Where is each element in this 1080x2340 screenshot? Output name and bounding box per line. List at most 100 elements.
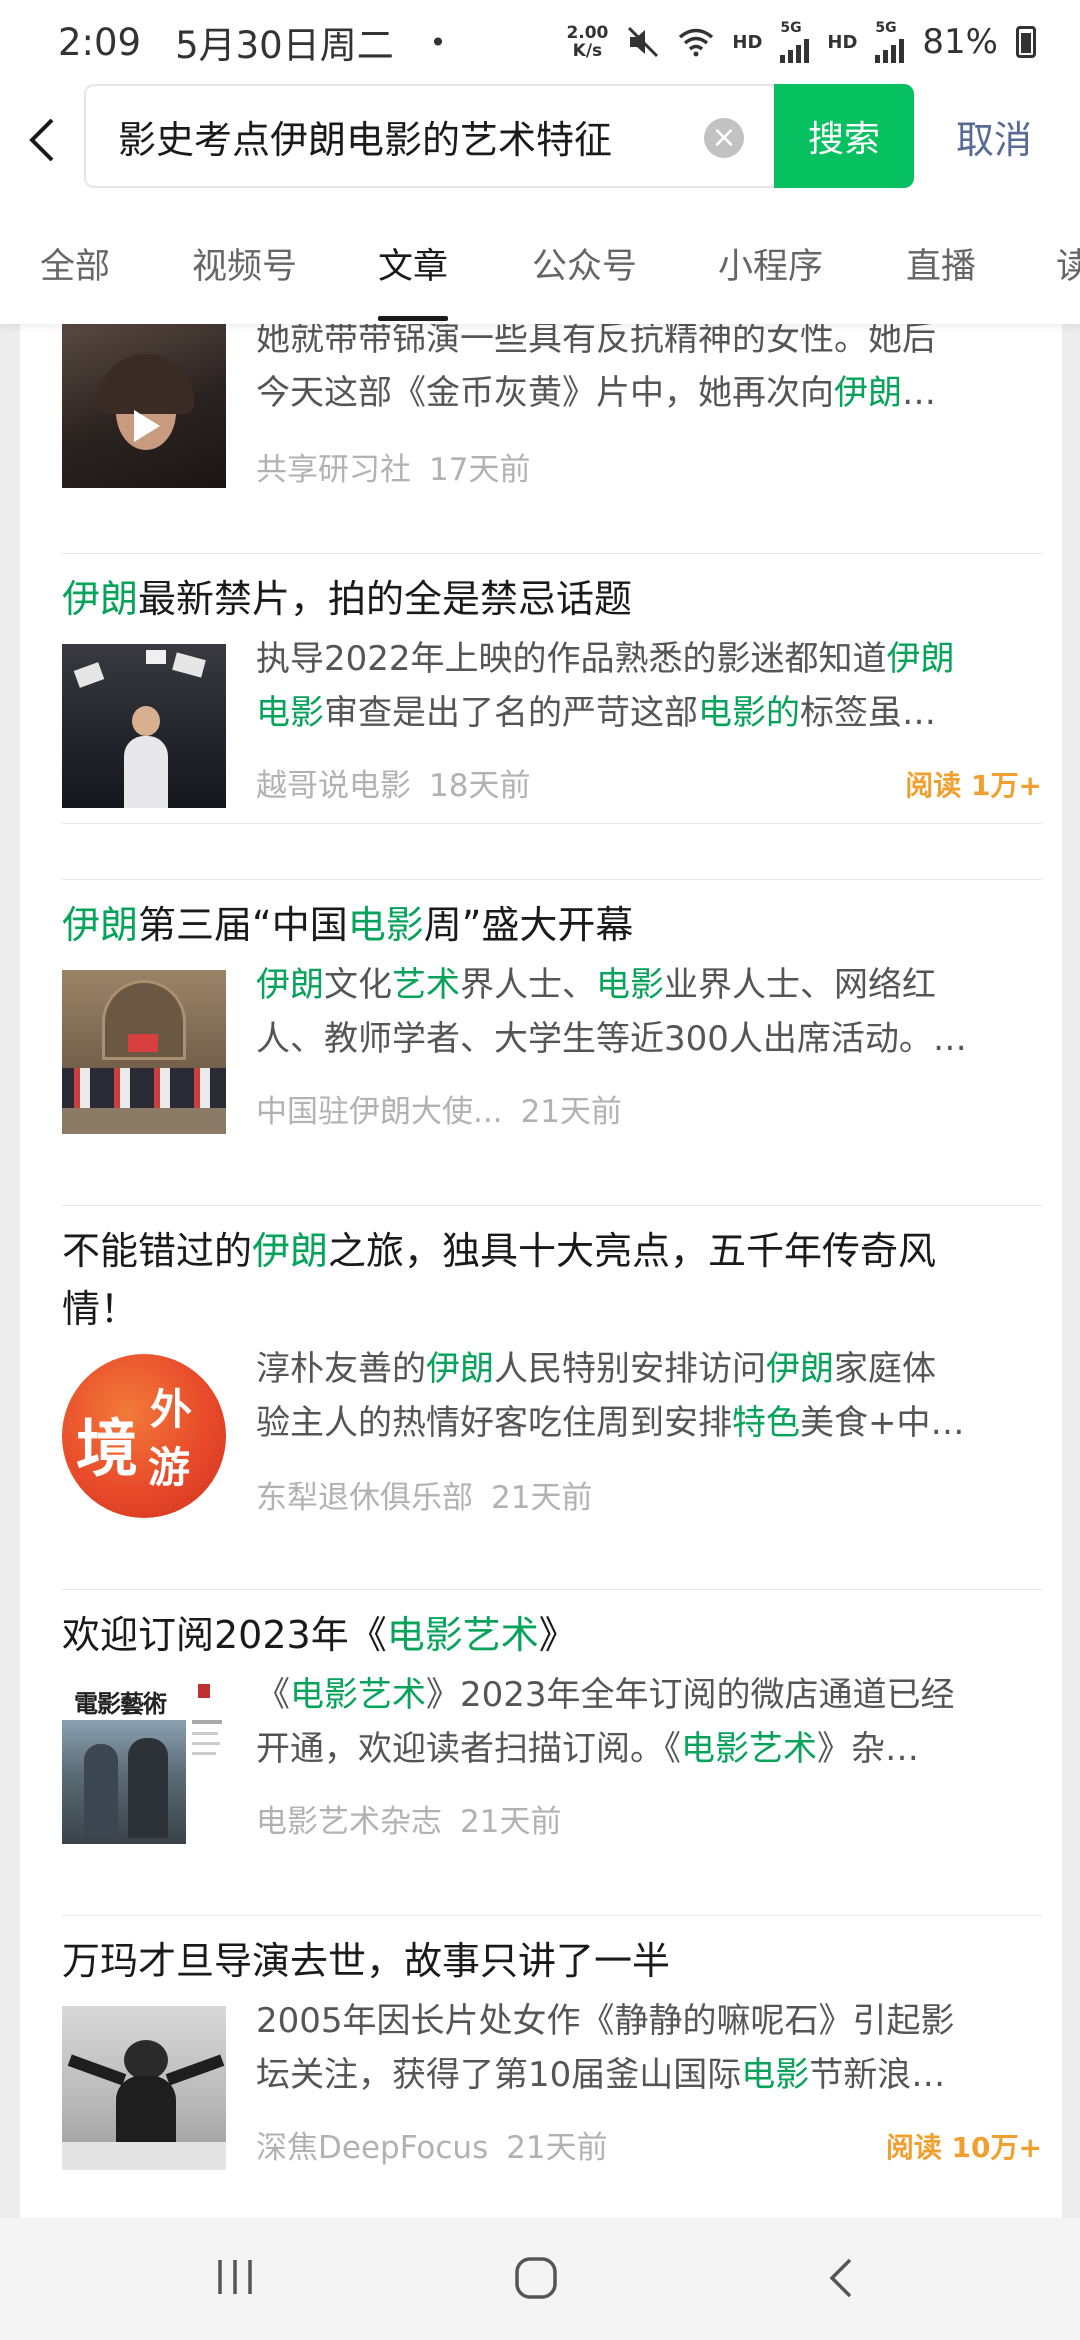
tab-articles[interactable]: 文章 [378, 238, 449, 321]
article-source: 中国驻伊朗大使... [256, 1094, 503, 1130]
tab-live[interactable]: 直播 [906, 238, 976, 289]
title-line: 情！ [62, 1287, 139, 1331]
search-input[interactable]: 影史考点伊朗电影的艺术特征 × [84, 84, 774, 188]
snippet-text: 标签虽… [800, 693, 936, 733]
keyword-highlight: 特色 [732, 1403, 800, 1443]
clear-icon[interactable]: × [704, 118, 744, 158]
results-list: 她就带带铞演一些具有反抗精神的女性。她后 今天这部《金币灰黄》片中，她再次向伊朗… [20, 324, 1062, 2218]
logo-text: 游 [148, 1443, 191, 1492]
article-snippet: 伊朗文化艺术界人士、电影业界人士、网络红 人、教师学者、大学生等近300人出席活… [256, 958, 1026, 1066]
article-source: 深焦DeepFocus [256, 2130, 489, 2166]
net-speed-unit: K/s [572, 41, 603, 61]
list-item[interactable]: 伊朗第三届“中国电影周”盛大开幕 伊朗文化艺术界人士、电影业界人士、网络红 人、… [62, 880, 1042, 1206]
home-button[interactable] [514, 2256, 558, 2304]
recent-apps-button[interactable] [214, 2256, 256, 2302]
keyword-highlight: 伊朗 [886, 639, 955, 679]
chevron-left-icon [829, 2258, 852, 2298]
system-nav-bar [0, 2218, 1080, 2340]
tab-official-accounts[interactable]: 公众号 [532, 238, 637, 289]
article-source: 电影艺术杂志 [256, 1804, 442, 1840]
title-text: 最新禁片，拍的全是禁忌话题 [138, 577, 633, 621]
keyword-highlight: 电影 [741, 2055, 810, 2095]
search-button[interactable]: 搜索 [774, 84, 914, 188]
signal-group-1: 5G [780, 20, 810, 63]
divider [62, 334, 1042, 554]
title-text: 第三届“中国 [138, 903, 348, 947]
article-thumbnail [62, 2006, 226, 2170]
snippet-line: 伊朗文化艺术界人士、电影业界人士、网络红 [256, 958, 1026, 1012]
snippet-line: 淳朴友善的伊朗人民特别安排访问伊朗家庭体 [256, 1342, 1026, 1396]
keyword-highlight: 电影艺术 [681, 1729, 817, 1769]
snippet-text: 业界人士、网络红 [664, 965, 936, 1005]
keyword-highlight: 伊朗 [256, 965, 324, 1005]
notification-dot: • [429, 25, 447, 59]
snippet-line: 人、教师学者、大学生等近300人出席活动。… [256, 1019, 967, 1059]
active-tab-indicator [378, 316, 449, 321]
list-item[interactable]: 欢迎订阅2023年《电影艺术》 電影藝術 《电影艺术》2023年全年订阅的微店通… [62, 1590, 1042, 1916]
snippet-text: 美食+中… [800, 1403, 965, 1443]
travel-logo: 境 外 游 [62, 1354, 226, 1518]
list-item[interactable]: 不能错过的伊朗之旅，独具十大亮点，五千年传奇风 情！ 境 外 游 淳朴友善的伊朗… [62, 1206, 1042, 1590]
keyword-highlight: 伊朗 [62, 577, 139, 621]
keyword-highlight: 电影 [256, 693, 324, 733]
signal-group-2: 5G [875, 20, 905, 63]
tab-all[interactable]: 全部 [40, 238, 110, 289]
article-meta: 东犁退休俱乐部 21天前 [256, 1472, 592, 1517]
back-nav-button[interactable] [826, 2256, 854, 2304]
article-thumbnail [62, 644, 226, 808]
article-meta: 中国驻伊朗大使... 21天前 [256, 1086, 622, 1131]
net-speed-value: 2.00 [566, 23, 609, 43]
snippet-line: 坛关注，获得了第10届釜山国际电影节新浪… [256, 2048, 1026, 2102]
article-time: 21天前 [506, 2130, 608, 2166]
read-count: 阅读 10万+ [885, 2131, 1042, 2164]
status-bar: 2:09 5月30日周二 • 2.00 K/s HD 5G HD 5G 81% [0, 0, 1080, 84]
snippet-text: 淳朴友善的 [256, 1349, 426, 1389]
keyword-highlight: 电影的 [698, 693, 800, 733]
status-time: 2:09 [58, 20, 142, 64]
snippet-text: 执导2022年上映的作品熟悉的影迷都知道 [256, 639, 887, 679]
keyword-highlight: 伊朗 [426, 1349, 494, 1389]
cancel-button[interactable]: 取消 [956, 84, 1032, 188]
battery-percent: 81% [922, 22, 998, 62]
back-button[interactable] [0, 84, 84, 196]
battery-icon [1016, 26, 1036, 58]
article-snippet: 2005年因长片处女作《静静的嘛呢石》引起影 坛关注，获得了第10届釜山国际电影… [256, 1994, 1026, 2102]
title-text: 周”盛大开幕 [423, 903, 634, 947]
snippet-line: 开通，欢迎读者扫描订阅。《电影艺术》杂… [256, 1722, 1026, 1776]
search-header: 影史考点伊朗电影的艺术特征 × 搜索 取消 [0, 84, 1080, 196]
title-text: 之旅，独具十大亮点，五千年传奇风 [328, 1229, 937, 1273]
logo-text: 外 [150, 1385, 193, 1434]
article-thumbnail [62, 970, 226, 1134]
network-type-2: 5G [875, 20, 897, 36]
network-type-1: 5G [780, 20, 802, 36]
logo-text: 境 [76, 1412, 139, 1485]
snippet-text: 验主人的热情好客吃住周到安排 [256, 1403, 732, 1443]
tab-articles-label: 文章 [378, 247, 449, 287]
snippet-text: 节新浪… [809, 2055, 946, 2095]
status-date: 5月30日周二 [175, 24, 394, 67]
tab-read[interactable]: 读 [1056, 238, 1080, 289]
list-item[interactable]: 伊朗最新禁片，拍的全是禁忌话题 执导2022年上映的作品熟悉的影迷都知道伊朗 电… [62, 554, 1042, 880]
snippet-line: 《电影艺术》2023年全年订阅的微店通道已经 [256, 1668, 1026, 1722]
keyword-highlight: 电影 [347, 903, 424, 947]
article-title: 不能错过的伊朗之旅，独具十大亮点，五千年传奇风 情！ [62, 1222, 1042, 1338]
keyword-highlight: 伊朗 [62, 903, 139, 947]
keyword-highlight: 艺术 [392, 965, 460, 1005]
snippet-text: 文化 [324, 965, 392, 1005]
list-item[interactable]: 万玛才旦导演去世，故事只讲了一半 2005年因长片处女作《静静的嘛呢石》引起影 … [62, 1916, 1042, 2218]
tab-channels[interactable]: 视频号 [192, 238, 297, 289]
snippet-line: 电影审查是出了名的严苛这部电影的标签虽… [256, 686, 1026, 740]
article-meta: 电影艺术杂志 21天前 [256, 1796, 561, 1841]
keyword-highlight: 电影艺术 [290, 1675, 426, 1715]
hd-label-1: HD [732, 31, 763, 53]
tab-mini-programs[interactable]: 小程序 [718, 238, 823, 289]
article-time: 18天前 [429, 768, 531, 804]
article-time: 21天前 [460, 1804, 562, 1840]
article-snippet: 淳朴友善的伊朗人民特别安排访问伊朗家庭体 验主人的热情好客吃住周到安排特色美食+… [256, 1342, 1026, 1450]
article-title: 欢迎订阅2023年《电影艺术》 [62, 1606, 1042, 1664]
filter-tabs: 全部 视频号 文章 公众号 小程序 直播 读 [0, 196, 1080, 324]
snippet-text: 人民特别安排访问 [494, 1349, 766, 1389]
article-meta: 越哥说电影 18天前 [256, 760, 530, 805]
title-text: 》 [538, 1613, 577, 1657]
snippet-line: 验主人的热情好客吃住周到安排特色美食+中… [256, 1396, 1026, 1450]
